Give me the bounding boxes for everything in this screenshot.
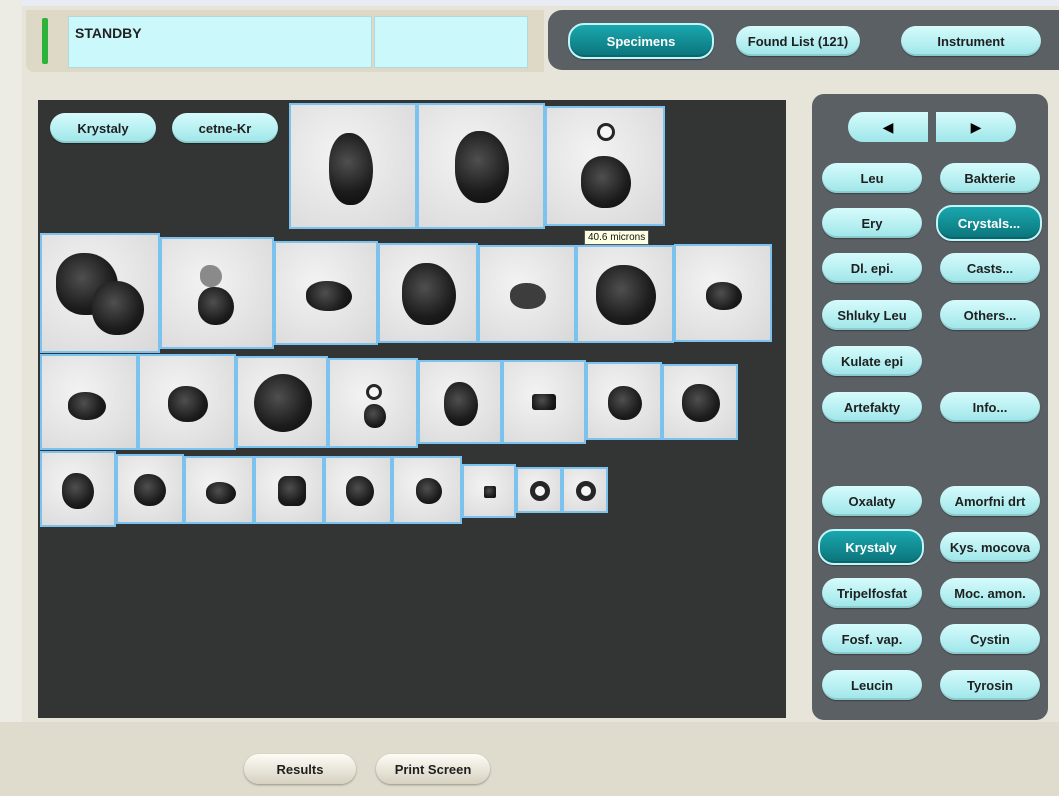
specimen-thumbnail[interactable] xyxy=(324,456,392,524)
specimen-thumbnail[interactable] xyxy=(576,245,674,343)
class-button-tyrosin[interactable]: Tyrosin xyxy=(940,670,1040,700)
status-display-secondary xyxy=(374,16,528,68)
specimen-thumbnail[interactable] xyxy=(116,454,184,524)
class-button-others[interactable]: Others... xyxy=(940,300,1040,330)
class-button-crystals[interactable]: Crystals... xyxy=(936,205,1042,241)
class-button-leu[interactable]: Leu xyxy=(822,163,922,193)
specimen-thumbnail[interactable] xyxy=(674,244,772,342)
bottom-toolbar xyxy=(0,722,1059,796)
class-button-kys-mocova[interactable]: Kys. mocova xyxy=(940,532,1040,562)
specimen-thumbnail[interactable] xyxy=(40,233,160,353)
specimen-thumbnail[interactable] xyxy=(586,362,662,440)
status-indicator xyxy=(42,18,48,64)
class-button-kulate-epi[interactable]: Kulate epi xyxy=(822,346,922,376)
specimen-thumbnail[interactable] xyxy=(502,360,586,444)
print-screen-button[interactable]: Print Screen xyxy=(376,754,490,784)
class-button-shluky-leu[interactable]: Shluky Leu xyxy=(822,300,922,330)
info-button[interactable]: Info... xyxy=(940,392,1040,422)
class-button-artefakty[interactable]: Artefakty xyxy=(822,392,922,422)
specimen-thumbnail[interactable] xyxy=(138,354,236,450)
specimen-thumbnail[interactable] xyxy=(392,456,462,524)
class-button-oxalaty[interactable]: Oxalaty xyxy=(822,486,922,516)
status-text: STANDBY xyxy=(75,25,142,41)
window-top-border xyxy=(0,0,1059,6)
class-button-amorfni-drt[interactable]: Amorfni drt xyxy=(940,486,1040,516)
class-button-moc-amon[interactable]: Moc. amon. xyxy=(940,578,1040,608)
class-button-ery[interactable]: Ery xyxy=(822,208,922,238)
specimen-thumbnail[interactable] xyxy=(462,464,516,518)
tab-found-list[interactable]: Found List (121) xyxy=(736,26,860,56)
specimen-thumbnail[interactable] xyxy=(40,354,138,450)
specimen-thumbnail[interactable] xyxy=(160,237,274,349)
specimen-thumbnail[interactable] xyxy=(236,356,328,448)
tab-instrument[interactable]: Instrument xyxy=(901,26,1041,56)
class-button-bakterie[interactable]: Bakterie xyxy=(940,163,1040,193)
status-display: STANDBY xyxy=(68,16,372,68)
specimen-thumbnail[interactable] xyxy=(545,106,665,226)
size-tooltip: 40.6 microns xyxy=(584,230,650,245)
specimen-thumbnail[interactable] xyxy=(328,358,418,448)
previous-page-button[interactable]: ◀ xyxy=(848,112,928,142)
specimen-thumbnail[interactable] xyxy=(662,364,738,440)
specimen-thumbnail[interactable] xyxy=(562,467,608,513)
category-filter-button[interactable]: Krystaly xyxy=(50,113,156,143)
subcategory-filter-button[interactable]: cetne-Kr xyxy=(172,113,278,143)
specimen-thumbnail[interactable] xyxy=(289,103,417,229)
class-button-dl-epi[interactable]: Dl. epi. xyxy=(822,253,922,283)
class-button-cystin[interactable]: Cystin xyxy=(940,624,1040,654)
specimen-thumbnail[interactable] xyxy=(184,456,254,524)
class-button-fosf-vap[interactable]: Fosf. vap. xyxy=(822,624,922,654)
status-panel: STANDBY xyxy=(26,10,544,72)
specimen-thumbnail[interactable] xyxy=(378,243,478,343)
results-button[interactable]: Results xyxy=(244,754,356,784)
window-left-border xyxy=(0,0,22,796)
specimen-thumbnail[interactable] xyxy=(418,360,502,444)
tab-specimens[interactable]: Specimens xyxy=(568,23,714,59)
class-button-krystaly[interactable]: Krystaly xyxy=(818,529,924,565)
specimen-thumbnail[interactable] xyxy=(478,245,576,343)
top-navigation: Specimens Found List (121) Instrument xyxy=(548,10,1059,70)
specimen-thumbnail[interactable] xyxy=(254,456,324,524)
class-button-tripelfosfat[interactable]: Tripelfosfat xyxy=(822,578,922,608)
classification-panel: ◀ ▶ Leu Bakterie Ery Crystals... Dl. epi… xyxy=(812,94,1048,720)
specimen-thumbnail[interactable] xyxy=(274,241,378,345)
class-button-casts[interactable]: Casts... xyxy=(940,253,1040,283)
next-page-button[interactable]: ▶ xyxy=(936,112,1016,142)
arrow-right-icon: ▶ xyxy=(970,118,982,135)
class-button-leucin[interactable]: Leucin xyxy=(822,670,922,700)
specimen-thumbnail[interactable] xyxy=(516,467,562,513)
specimen-thumbnail[interactable] xyxy=(40,451,116,527)
arrow-left-icon: ◀ xyxy=(882,118,894,135)
specimen-thumbnail[interactable] xyxy=(417,103,545,229)
